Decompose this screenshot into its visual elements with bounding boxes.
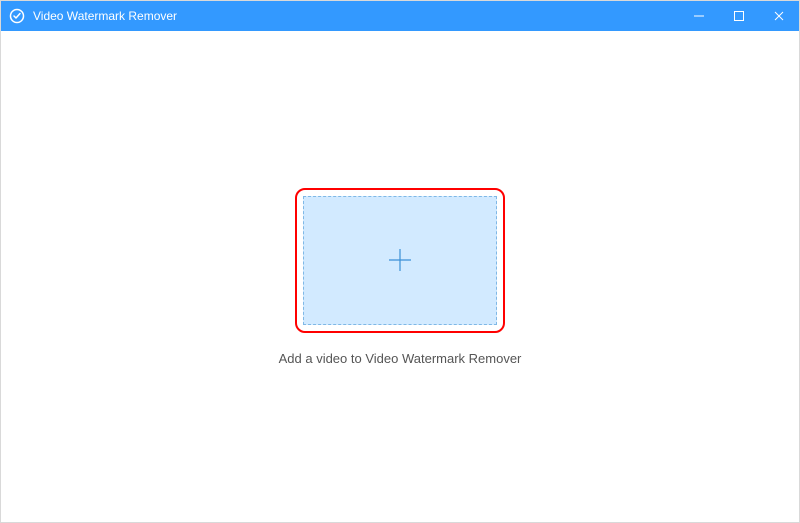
add-video-dropzone[interactable] [295, 188, 505, 333]
close-button[interactable] [759, 1, 799, 31]
dropzone-hint: Add a video to Video Watermark Remover [279, 351, 522, 366]
titlebar: Video Watermark Remover [1, 1, 799, 31]
dropzone-inner [303, 196, 497, 325]
maximize-button[interactable] [719, 1, 759, 31]
app-logo-icon [9, 8, 25, 24]
main-content: Add a video to Video Watermark Remover [1, 31, 799, 522]
minimize-button[interactable] [679, 1, 719, 31]
app-title: Video Watermark Remover [33, 9, 177, 23]
plus-icon [386, 246, 414, 274]
app-window: Video Watermark Remover [0, 0, 800, 523]
window-controls [679, 1, 799, 31]
